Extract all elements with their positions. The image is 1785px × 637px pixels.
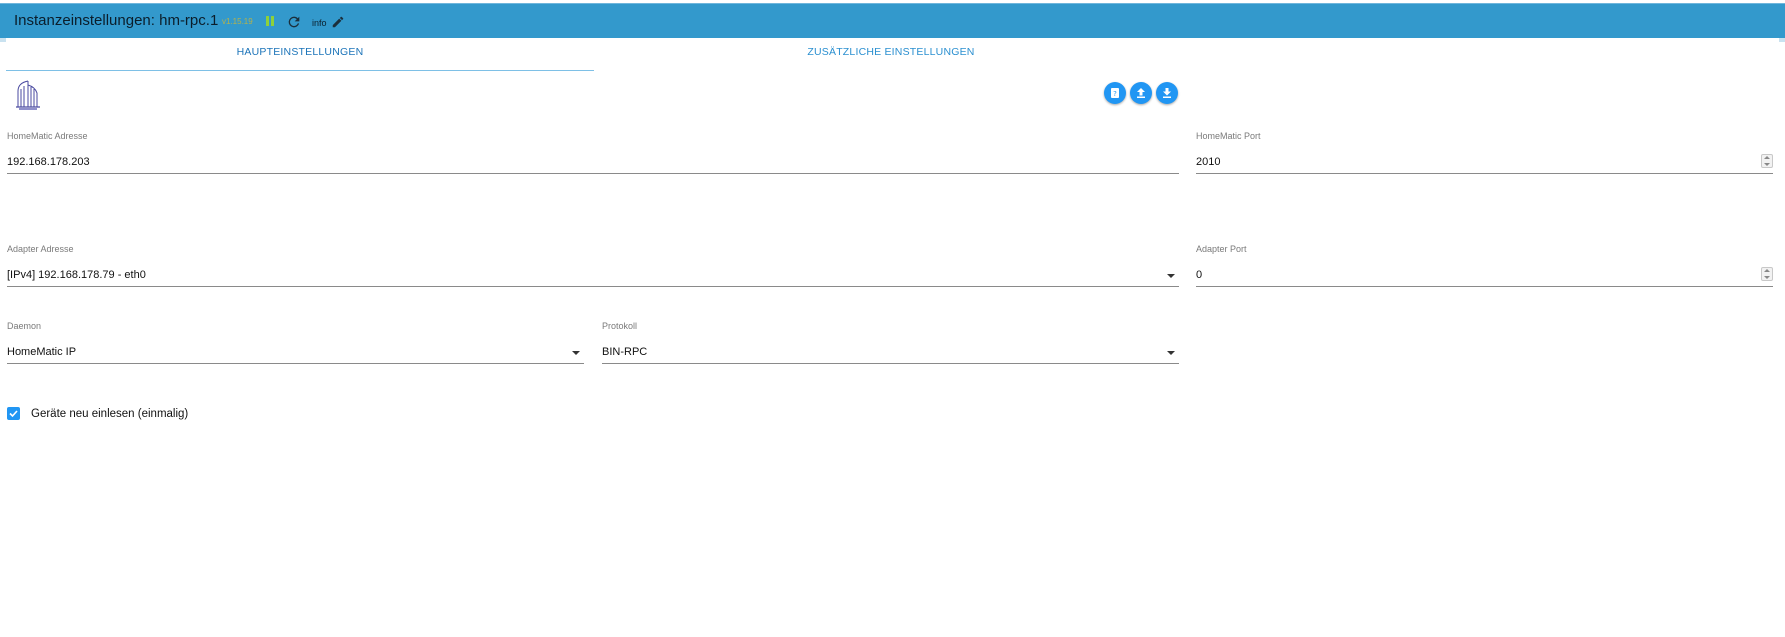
protocol-label: Protokoll bbox=[602, 321, 638, 331]
dropdown-arrow-icon bbox=[1167, 274, 1175, 278]
download-icon bbox=[1163, 88, 1171, 98]
adapter-address-label: Adapter Adresse bbox=[7, 244, 74, 254]
homematic-port-input[interactable]: 2010 bbox=[1196, 151, 1773, 174]
protocol-select[interactable]: BIN-RPC bbox=[602, 341, 1179, 364]
force-reinit-label[interactable]: Geräte neu einlesen (einmalig) bbox=[31, 408, 188, 420]
svg-text:?: ? bbox=[1113, 90, 1117, 98]
download-button[interactable] bbox=[1156, 82, 1178, 104]
protocol-value: BIN-RPC bbox=[602, 346, 648, 358]
adapter-port-label: Adapter Port bbox=[1196, 244, 1247, 254]
help-icon: ? bbox=[1111, 88, 1119, 98]
reload-icon[interactable] bbox=[286, 14, 302, 30]
adapter-port-input[interactable]: 0 bbox=[1196, 264, 1773, 287]
daemon-label: Daemon bbox=[7, 321, 42, 331]
info-link[interactable]: info bbox=[312, 18, 327, 28]
adapter-address-select[interactable]: [IPv4] 192.168.178.79 - eth0 bbox=[7, 264, 1179, 287]
dropdown-arrow-icon bbox=[572, 351, 580, 355]
homematic-address-label: HomeMatic Adresse bbox=[7, 131, 88, 141]
homematic-port-label: HomeMatic Port bbox=[1196, 131, 1261, 141]
pause-icon[interactable] bbox=[266, 16, 275, 26]
upload-button[interactable] bbox=[1130, 82, 1152, 104]
title-corner-right bbox=[1779, 38, 1785, 42]
dropdown-arrow-icon bbox=[1167, 351, 1175, 355]
port-spinner[interactable] bbox=[1761, 154, 1773, 168]
homematic-address-input[interactable]: 192.168.178.203 bbox=[7, 151, 1179, 174]
upload-icon bbox=[1137, 88, 1145, 98]
page-title: Instanzeinstellungen: hm-rpc.1 bbox=[14, 12, 219, 29]
edit-icon[interactable] bbox=[331, 15, 345, 29]
homematic-logo bbox=[16, 80, 40, 110]
tab-main-settings[interactable]: HAUPTEINSTELLUNGEN bbox=[6, 46, 594, 71]
version-badge: v1.15.19 bbox=[222, 17, 253, 26]
homematic-address-value: 192.168.178.203 bbox=[7, 156, 90, 168]
port-spinner[interactable] bbox=[1761, 267, 1773, 281]
checkmark-icon bbox=[9, 410, 18, 418]
adapter-port-value: 0 bbox=[1196, 269, 1203, 281]
title-bar: Instanzeinstellungen: hm-rpc.1 v1.15.19 … bbox=[0, 3, 1785, 42]
title-corner-left bbox=[0, 38, 6, 42]
homematic-port-value: 2010 bbox=[1196, 156, 1221, 168]
help-button[interactable]: ? bbox=[1104, 82, 1126, 104]
daemon-value: HomeMatic IP bbox=[7, 346, 77, 358]
daemon-select[interactable]: HomeMatic IP bbox=[7, 341, 584, 364]
force-reinit-checkbox[interactable] bbox=[7, 407, 20, 420]
adapter-address-value: [IPv4] 192.168.178.79 - eth0 bbox=[7, 269, 146, 281]
tab-additional-settings[interactable]: ZUSÄTZLICHE EINSTELLUNGEN bbox=[594, 46, 1188, 70]
